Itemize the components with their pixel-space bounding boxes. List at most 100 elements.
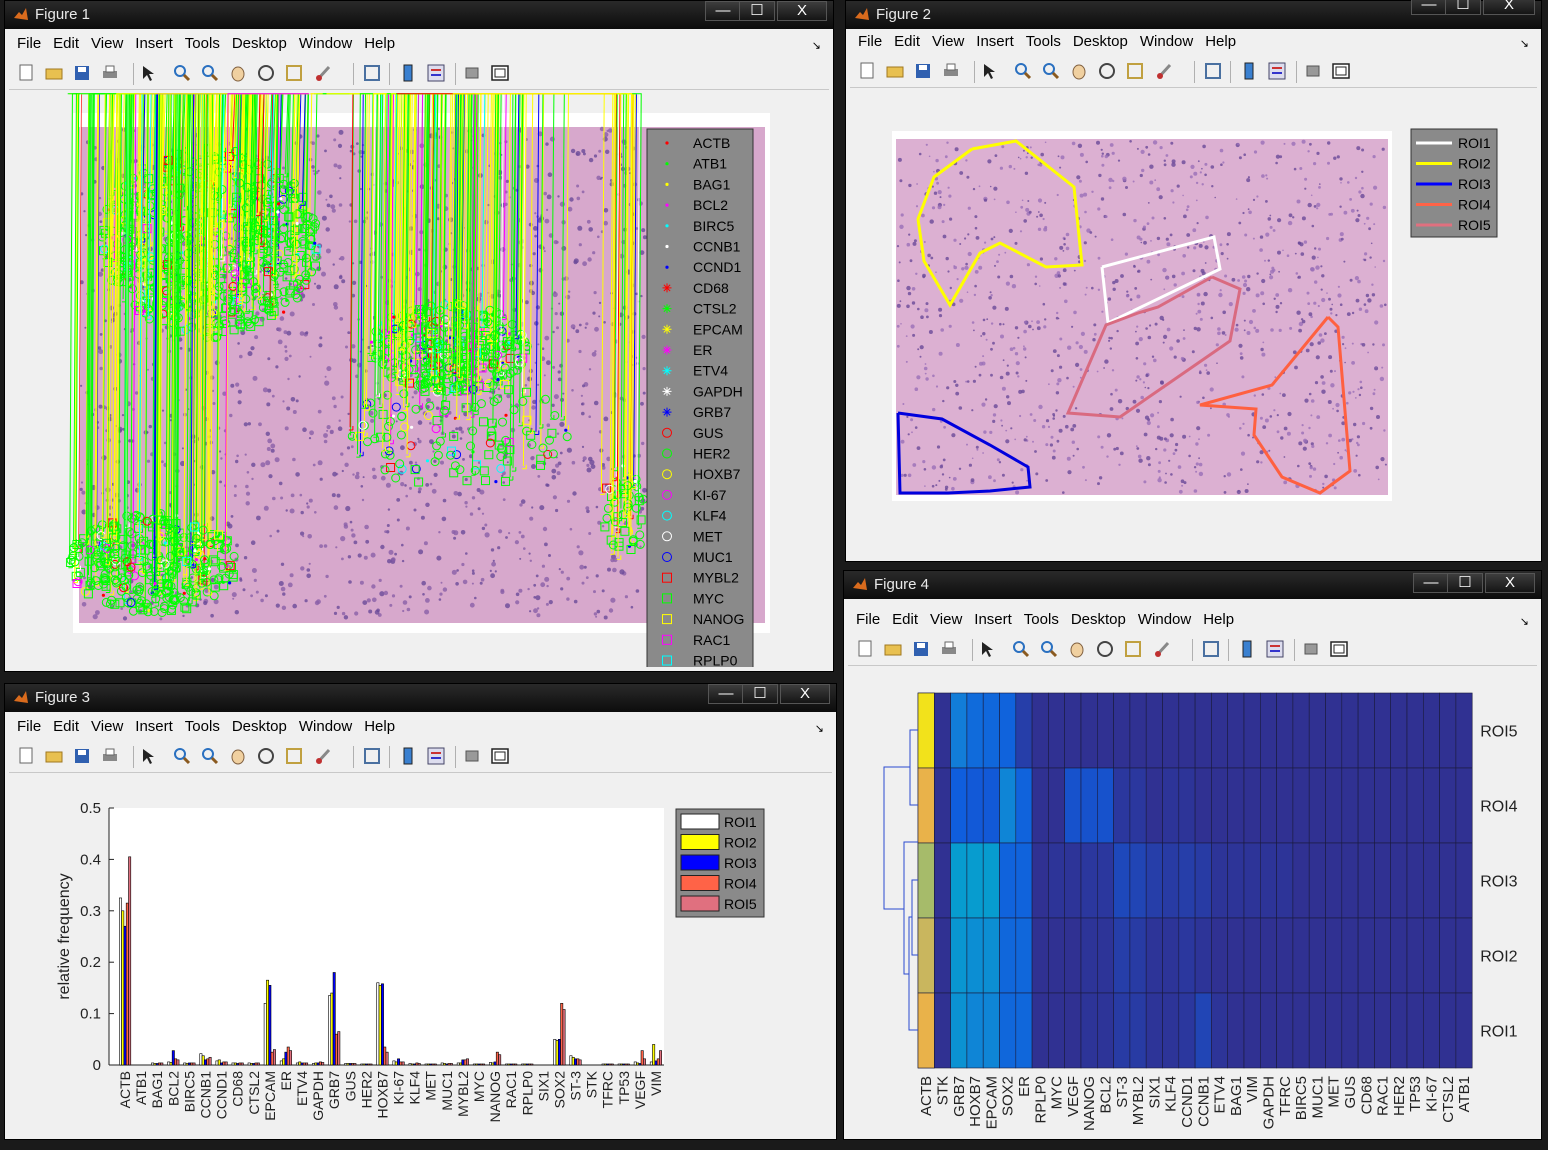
menu-edit[interactable]: Edit <box>892 611 918 628</box>
menu-desktop[interactable]: Desktop <box>232 35 287 52</box>
save-icon[interactable] <box>912 640 930 658</box>
maximize-button[interactable]: ☐ <box>1445 0 1481 15</box>
hide-plot-tools-icon[interactable] <box>1302 640 1320 658</box>
menu-help[interactable]: Help <box>1203 611 1234 628</box>
figure-3-window[interactable]: Figure 3 — ☐ X File Edit View Insert Tools De… <box>4 683 837 1140</box>
title-bar[interactable]: Figure 1 — ☐ X <box>5 1 833 29</box>
close-button[interactable]: X <box>777 1 827 21</box>
print-icon[interactable] <box>101 747 119 765</box>
menu-file[interactable]: File <box>17 718 41 735</box>
minimize-button[interactable]: — <box>708 684 744 704</box>
brush-icon[interactable] <box>1156 62 1174 80</box>
link-plot-icon[interactable] <box>363 64 381 82</box>
show-plot-tools-icon[interactable] <box>1332 62 1350 80</box>
close-button[interactable]: X <box>1485 573 1535 593</box>
link-plot-icon[interactable] <box>1204 62 1222 80</box>
new-file-icon[interactable] <box>17 747 35 765</box>
legend-icon[interactable] <box>1268 62 1286 80</box>
menu-desktop[interactable]: Desktop <box>232 718 287 735</box>
dock-arrow-icon[interactable]: ↘ <box>1520 615 1529 628</box>
zoom-in-icon[interactable] <box>1014 62 1032 80</box>
hide-plot-tools-icon[interactable] <box>463 64 481 82</box>
menu-window[interactable]: Window <box>1140 33 1193 50</box>
open-folder-icon[interactable] <box>45 64 63 82</box>
zoom-in-icon[interactable] <box>173 64 191 82</box>
save-icon[interactable] <box>73 64 91 82</box>
rotate-3d-icon[interactable] <box>1098 62 1116 80</box>
close-button[interactable]: X <box>780 684 830 704</box>
menu-desktop[interactable]: Desktop <box>1073 33 1128 50</box>
pan-hand-icon[interactable] <box>1068 640 1086 658</box>
close-button[interactable]: X <box>1483 0 1535 15</box>
menu-file[interactable]: File <box>17 35 41 52</box>
print-icon[interactable] <box>942 62 960 80</box>
menu-view[interactable]: View <box>930 611 962 628</box>
menu-view[interactable]: View <box>932 33 964 50</box>
menu-tools[interactable]: Tools <box>1024 611 1059 628</box>
show-plot-tools-icon[interactable] <box>1330 640 1348 658</box>
minimize-button[interactable]: — <box>1413 573 1449 593</box>
dock-arrow-icon[interactable]: ↘ <box>815 722 824 735</box>
brush-icon[interactable] <box>315 64 333 82</box>
open-folder-icon[interactable] <box>886 62 904 80</box>
hide-plot-tools-icon[interactable] <box>463 747 481 765</box>
save-icon[interactable] <box>73 747 91 765</box>
menu-tools[interactable]: Tools <box>185 718 220 735</box>
data-cursor-icon[interactable] <box>285 747 303 765</box>
pointer-icon[interactable] <box>139 64 157 82</box>
pan-hand-icon[interactable] <box>229 747 247 765</box>
zoom-out-icon[interactable] <box>1042 62 1060 80</box>
minimize-button[interactable]: — <box>705 1 741 21</box>
maximize-button[interactable]: ☐ <box>739 1 775 21</box>
figure-2-window[interactable]: Figure 2 — ☐ X File Edit View Insert Tools De… <box>845 0 1542 562</box>
menu-edit[interactable]: Edit <box>894 33 920 50</box>
link-plot-icon[interactable] <box>1202 640 1220 658</box>
dock-arrow-icon[interactable]: ↘ <box>1520 37 1529 50</box>
menu-tools[interactable]: Tools <box>185 35 220 52</box>
new-file-icon[interactable] <box>17 64 35 82</box>
rotate-3d-icon[interactable] <box>257 747 275 765</box>
menu-file[interactable]: File <box>856 611 880 628</box>
menu-window[interactable]: Window <box>299 718 352 735</box>
menu-edit[interactable]: Edit <box>53 35 79 52</box>
title-bar[interactable]: Figure 2 — ☐ X <box>846 0 1541 29</box>
menu-insert[interactable]: Insert <box>976 33 1014 50</box>
brush-icon[interactable] <box>315 747 333 765</box>
data-cursor-icon[interactable] <box>285 64 303 82</box>
zoom-out-icon[interactable] <box>201 747 219 765</box>
menu-help[interactable]: Help <box>364 718 395 735</box>
menu-insert[interactable]: Insert <box>135 718 173 735</box>
print-icon[interactable] <box>940 640 958 658</box>
link-plot-icon[interactable] <box>363 747 381 765</box>
minimize-button[interactable]: — <box>1411 0 1447 15</box>
menu-window[interactable]: Window <box>1138 611 1191 628</box>
legend-icon[interactable] <box>427 747 445 765</box>
menu-tools[interactable]: Tools <box>1026 33 1061 50</box>
figure-1-window[interactable]: Figure 1 — ☐ X File Edit View Insert Tools De… <box>4 0 834 674</box>
zoom-in-icon[interactable] <box>1012 640 1030 658</box>
pointer-icon[interactable] <box>139 747 157 765</box>
bar-chart[interactable]: 0 0.1 0.2 0.3 0.4 0.5 relative frequency ACTB AT… <box>9 776 831 1134</box>
menu-file[interactable]: File <box>858 33 882 50</box>
data-cursor-icon[interactable] <box>1126 62 1144 80</box>
hide-plot-tools-icon[interactable] <box>1304 62 1322 80</box>
figure-4-window[interactable]: Figure 4 — ☐ X File Edit View Insert Tools De… <box>843 570 1542 1140</box>
legend-icon[interactable] <box>1266 640 1284 658</box>
dock-arrow-icon[interactable]: ↘ <box>812 39 821 52</box>
maximize-button[interactable]: ☐ <box>742 684 778 704</box>
rotate-3d-icon[interactable] <box>1096 640 1114 658</box>
new-file-icon[interactable] <box>856 640 874 658</box>
pointer-icon[interactable] <box>980 62 998 80</box>
data-cursor-icon[interactable] <box>1124 640 1142 658</box>
show-plot-tools-icon[interactable] <box>491 64 509 82</box>
zoom-out-icon[interactable] <box>201 64 219 82</box>
menu-window[interactable]: Window <box>299 35 352 52</box>
pointer-icon[interactable] <box>978 640 996 658</box>
tissue-image-plot[interactable]: ACTB ATB1 BAG1 BCL2 BIRC5 CCNB1 CCND1 CD68 CTSL2… <box>9 93 829 674</box>
pan-hand-icon[interactable] <box>1070 62 1088 80</box>
title-bar[interactable]: Figure 4 — ☐ X <box>844 571 1541 599</box>
pan-hand-icon[interactable] <box>229 64 247 82</box>
roi-plot[interactable]: ROI1 ROI2 ROI3 ROI4 ROI5 <box>850 91 1538 557</box>
menu-help[interactable]: Help <box>364 35 395 52</box>
brush-icon[interactable] <box>1154 640 1172 658</box>
